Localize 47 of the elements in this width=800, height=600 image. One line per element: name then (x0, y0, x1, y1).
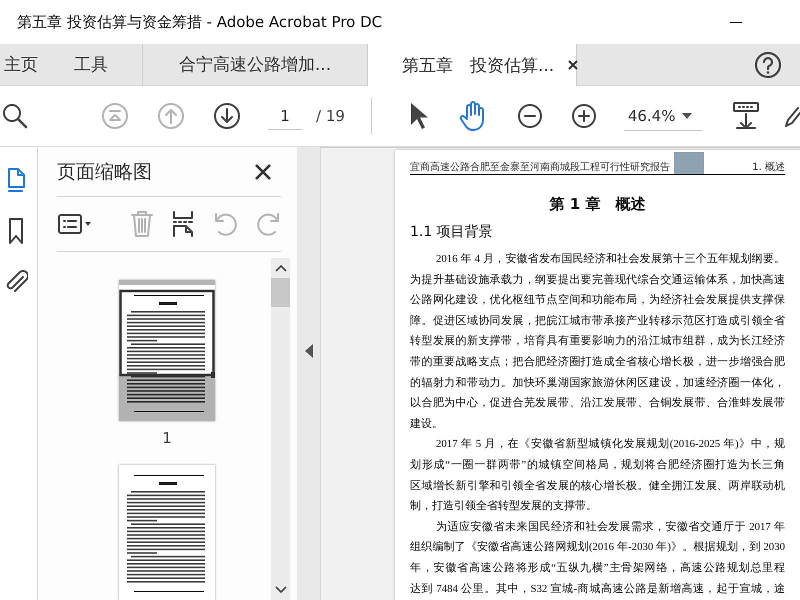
page-number-label: 1 (162, 429, 172, 447)
pages-button[interactable] (6, 167, 26, 193)
bookmark-icon (6, 217, 24, 245)
previous-page-icon (156, 101, 186, 131)
zoom-in-button[interactable] (570, 102, 598, 130)
page-thumbnail[interactable] (119, 280, 215, 421)
keyboard-arrow-icon (732, 101, 760, 131)
next-page-button[interactable] (212, 101, 242, 131)
insert-pages-button[interactable] (171, 210, 195, 238)
insert-pages-icon (171, 210, 195, 238)
pages-icon (6, 167, 26, 193)
nav-tab[interactable]: 主页 (0, 44, 50, 85)
collapse-panel-icon[interactable] (304, 344, 312, 358)
list-options-button[interactable] (57, 212, 93, 236)
nav-tab[interactable]: 工具 (60, 44, 120, 85)
zoom-out-icon (516, 102, 544, 130)
section-heading: 1.1 项目背景 (410, 223, 494, 242)
bookmark-button[interactable] (6, 217, 24, 245)
zoom-field[interactable]: 46.4% (624, 101, 702, 131)
close-icon[interactable] (255, 164, 271, 180)
page-header-text: 宜商高速公路合肥至金寨至河南商城段工程可行性研究报告 (410, 160, 670, 174)
caret-icon (682, 112, 692, 118)
paperclip-button[interactable] (4, 269, 28, 295)
search-button[interactable] (2, 102, 30, 130)
window-title: 第五章 投资估算与资金筹措 - Adobe Acrobat Pro DC (17, 12, 384, 32)
page-thumbnail[interactable] (119, 465, 215, 600)
keyboard-arrow-button[interactable] (732, 101, 760, 131)
trash-icon (129, 210, 155, 238)
page-header-text: 1. 概述 (752, 160, 785, 174)
document-tab[interactable]: 第五章 投资估算... (367, 44, 577, 86)
scrollbar-thumb[interactable] (271, 278, 290, 307)
close-icon[interactable] (568, 60, 578, 70)
zoom-out-button[interactable] (516, 102, 544, 130)
body-paragraph: 2017 年 5 月，在《安徽省新型城镇化发展规划(2016-2025 年)》中，规 划形成“一圈一群两带”的城镇空间格局，规划将合肥经济圈打造为长三角 区域增长新引擎和引领全省发展的核心增长极。健全拥江发展、两岸联动机 制，打造引领全省转型发展的支撑带。 (410, 436, 785, 514)
search-icon (2, 102, 30, 130)
next-page-icon (212, 101, 242, 131)
scrollbar[interactable] (271, 258, 290, 600)
body-paragraph: 2016 年 4 月，安徽省发布国民经济和社会发展第十三个五年规划纲要。 为提升基础设施承载力，纲要提出要完善现代综合交通运输体系，加快高速 公路网化建设，优化枢纽节点空间和功能布局，为经济社会发展提供支撑保 障。促进区域协同发展，把皖江城市带承接产业转移示范区打造成引领全省 转型发展的新支撑带，培育具有重要影响力的沿江城市组群，成为长江经济 带的重要战略支点；把合肥经济圈打造成全省核心增长极，进一步增强合肥 的辐射力和带动力。加快环巢湖国家旅游休闲区建设，加速经济圈一体化， 以合肥为中心，促进合芜发展带、沿江发展带、合铜发展带、合淮蚌发展带 建设。 (410, 252, 785, 432)
paperclip-icon (4, 269, 28, 295)
chapter-title: 第 1 章 概述 (548, 195, 646, 215)
photo-placeholder (674, 152, 704, 174)
page-count: / 19 (316, 107, 345, 125)
list-options-icon (57, 212, 93, 236)
zoom-in-icon (570, 102, 598, 130)
first-page-icon (100, 101, 130, 131)
panel-title: 页面缩略图 (57, 160, 152, 184)
body-paragraph: 为适应安徽省未来国民经济和社会发展需求，安徽省交通厅于 2017 年 组织编制了《安徽省高速公路网规划(2016 年-2030 年)》。根据规划，到 2030 年，安徽省高速公路将形成“五纵九横”主骨架网络，高速公路规划总里程 达到 7484 公里。其中，S32 宣城-商城高速公路是新增高速，起于宣城，途 (410, 520, 785, 596)
